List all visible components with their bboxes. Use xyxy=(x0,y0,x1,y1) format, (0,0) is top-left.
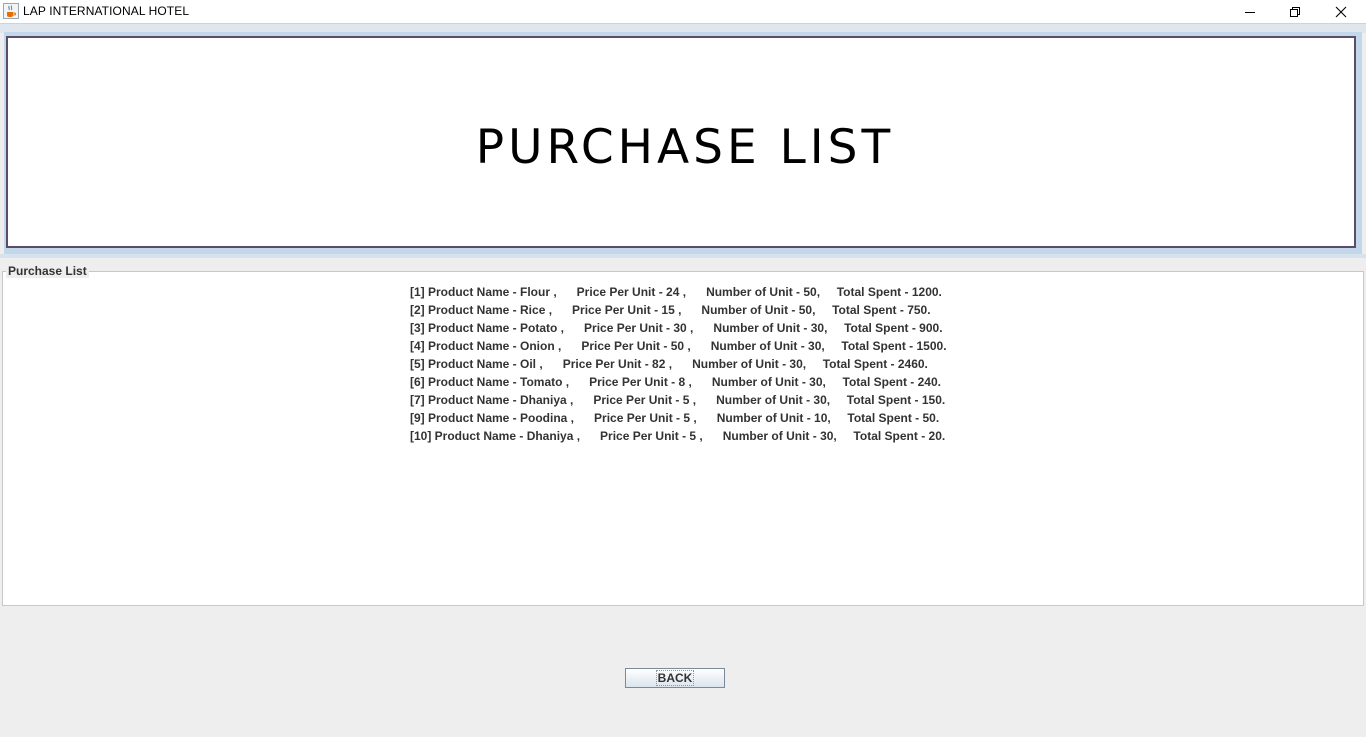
list-item: [4] Product Name - Onion , Price Per Uni… xyxy=(410,339,947,353)
list-item: [1] Product Name - Flour , Price Per Uni… xyxy=(410,285,942,299)
close-button[interactable] xyxy=(1318,0,1364,23)
back-button[interactable]: BACK xyxy=(625,668,725,688)
list-item: [9] Product Name - Poodina , Price Per U… xyxy=(410,411,940,425)
group-spacer xyxy=(0,258,1366,271)
list-item: [6] Product Name - Tomato , Price Per Un… xyxy=(410,375,941,389)
list-item: [2] Product Name - Rice , Price Per Unit… xyxy=(410,303,931,317)
purchase-list: [1] Product Name - Flour , Price Per Uni… xyxy=(410,283,947,445)
restore-button[interactable] xyxy=(1272,0,1318,23)
minimize-button[interactable] xyxy=(1227,0,1273,23)
back-button-label: BACK xyxy=(655,670,695,686)
purchase-list-label: Purchase List xyxy=(6,264,89,278)
header-panel: PURCHASE LIST xyxy=(6,36,1356,248)
window-title: LAP INTERNATIONAL HOTEL xyxy=(23,4,190,18)
minimize-icon xyxy=(1245,11,1255,13)
list-item: [7] Product Name - Dhaniya , Price Per U… xyxy=(410,393,946,407)
list-item: [10] Product Name - Dhaniya , Price Per … xyxy=(410,429,946,443)
app-window: LAP INTERNATIONAL HOTEL PURCHASE LIST Pu… xyxy=(0,0,1366,737)
title-bar[interactable]: LAP INTERNATIONAL HOTEL xyxy=(0,0,1366,23)
page-title: PURCHASE LIST xyxy=(475,120,895,175)
list-item: [3] Product Name - Potato , Price Per Un… xyxy=(410,321,943,335)
java-cup-icon xyxy=(3,3,19,19)
list-item: [5] Product Name - Oil , Price Per Unit … xyxy=(410,357,928,371)
restore-icon xyxy=(1290,6,1300,17)
close-icon xyxy=(1335,6,1347,17)
